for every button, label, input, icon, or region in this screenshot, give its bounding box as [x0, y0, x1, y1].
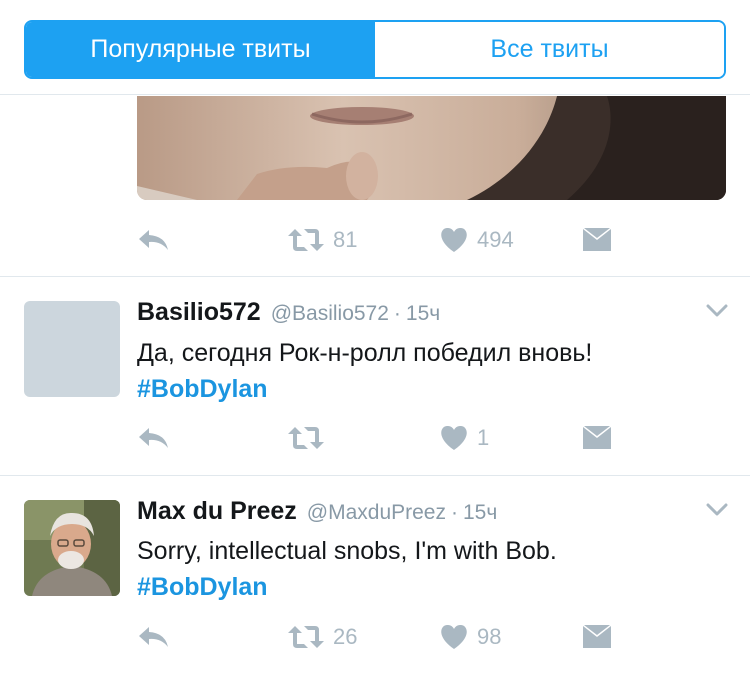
reply-icon	[139, 428, 168, 448]
like-count: 1	[477, 425, 490, 450]
chevron-down-icon	[706, 503, 728, 516]
retweet-icon	[288, 229, 324, 251]
like-button[interactable]: 494	[439, 227, 581, 253]
retweet-icon	[288, 427, 324, 449]
like-button[interactable]: 98	[439, 624, 581, 650]
tweet-actions: 1	[137, 418, 613, 458]
direct-message-icon	[583, 625, 611, 648]
tweet-menu-button[interactable]	[706, 304, 728, 323]
direct-message-icon	[583, 426, 611, 449]
reply-button[interactable]	[137, 425, 287, 451]
chevron-down-icon	[706, 304, 728, 317]
reply-icon	[139, 230, 168, 250]
hashtag-link[interactable]: #BobDylan	[137, 569, 557, 605]
separator-dot: ·	[451, 501, 458, 524]
display-name[interactable]: Basilio572	[137, 298, 261, 327]
tweet-text-line: Sorry, intellectual snobs, I'm with Bob.	[137, 537, 557, 565]
separator-dot: ·	[393, 302, 401, 325]
like-button[interactable]: 1	[439, 425, 581, 451]
tweet-header: Max du Preez @MaxduPreez · 15ч	[137, 497, 497, 526]
retweet-button[interactable]: 26	[287, 624, 439, 650]
user-handle[interactable]: @Basilio572	[271, 302, 389, 326]
user-handle[interactable]: @MaxduPreez	[307, 501, 446, 525]
tweet-text-line: Да, сегодня Рок-н-ролл победил вновь!	[137, 339, 593, 367]
tweet-media-image[interactable]	[137, 96, 726, 200]
display-name[interactable]: Max du Preez	[137, 497, 297, 526]
tweet-photo	[137, 96, 726, 200]
like-count: 98	[477, 624, 502, 649]
tweet-timestamp: 15ч	[405, 302, 441, 325]
reply-button[interactable]	[137, 227, 287, 253]
heart-icon	[441, 425, 467, 450]
direct-message-button[interactable]	[581, 624, 613, 650]
direct-message-icon	[583, 228, 611, 251]
tweet-divider	[0, 276, 750, 277]
retweet-count: 26	[333, 624, 358, 649]
avatar[interactable]	[24, 301, 120, 397]
direct-message-button[interactable]	[581, 425, 613, 451]
tweet-text: Sorry, intellectual snobs, I'm with Bob.…	[137, 533, 557, 605]
tweet-divider	[0, 475, 750, 476]
tweet-menu-button[interactable]	[706, 503, 728, 522]
avatar[interactable]	[24, 500, 120, 596]
avatar-photo	[24, 500, 120, 596]
tweet-filter-header: Популярные твиты Все твиты	[0, 0, 750, 95]
reply-icon	[139, 627, 168, 647]
retweet-button[interactable]	[287, 425, 439, 451]
tweet-actions: 81 494	[137, 220, 613, 260]
retweet-button[interactable]: 81	[287, 227, 439, 253]
direct-message-button[interactable]	[581, 227, 613, 253]
tab-all-tweets[interactable]: Все твиты	[375, 22, 724, 77]
tweet-header: Basilio572 @Basilio572 · 15ч	[137, 298, 440, 327]
hashtag-link[interactable]: #BobDylan	[137, 371, 592, 407]
heart-icon	[441, 227, 467, 252]
heart-icon	[441, 624, 467, 649]
reply-button[interactable]	[137, 624, 287, 650]
tweet-filter-segmented-control: Популярные твиты Все твиты	[24, 20, 726, 79]
tab-popular-tweets[interactable]: Популярные твиты	[26, 22, 375, 77]
retweet-count: 81	[333, 227, 358, 252]
tweet-actions: 26 98	[137, 617, 613, 657]
retweet-icon	[288, 626, 324, 648]
tweet-text: Да, сегодня Рок-н-ролл победил вновь! #B…	[137, 335, 592, 407]
tweet-timestamp: 15ч	[463, 501, 498, 524]
like-count: 494	[477, 227, 514, 252]
